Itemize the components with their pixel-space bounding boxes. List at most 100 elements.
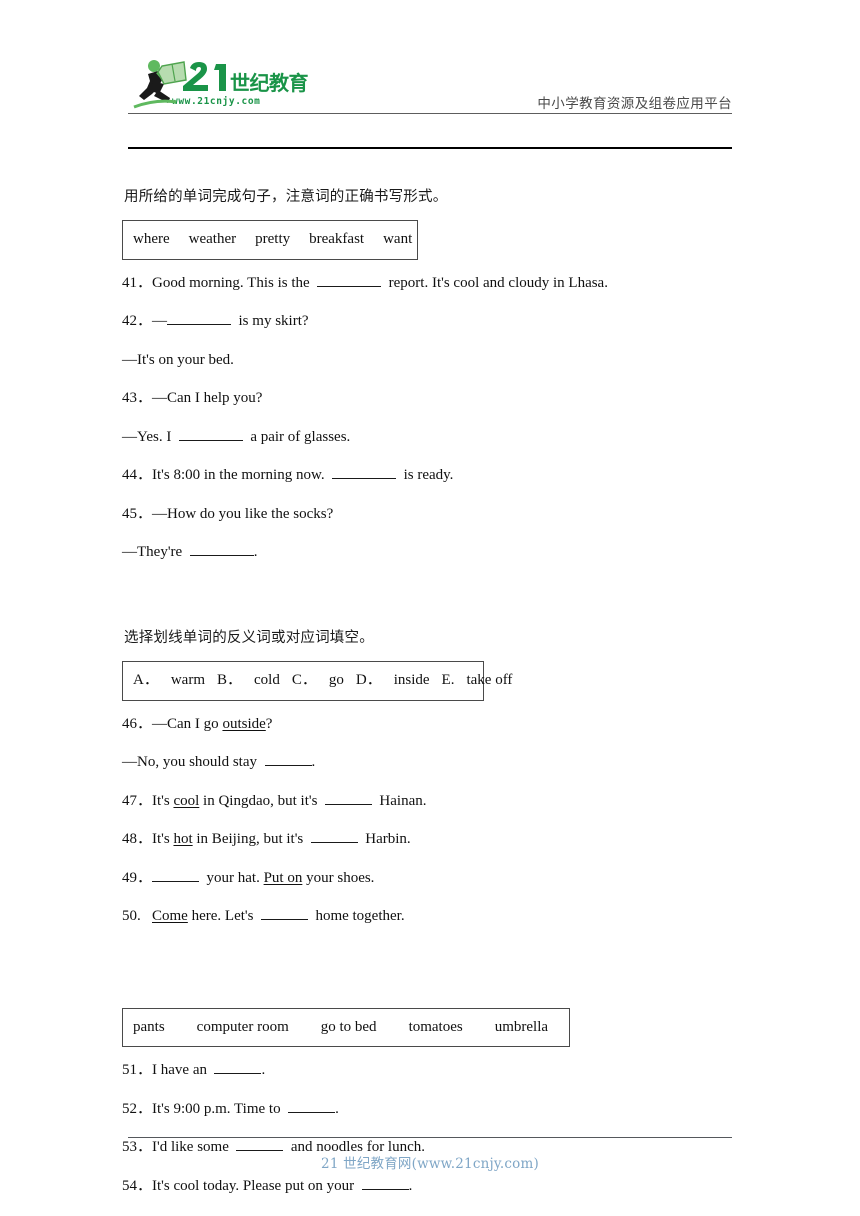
question-text: —Can I go [152,715,219,732]
answer-text: —It's on your bed. [122,351,234,368]
question-text: ? [265,715,273,732]
question-42-answer: —It's on your bed. [122,351,742,371]
question-48: 48．It's hot in Beijing, but it's Harbin. [122,830,742,850]
option-letter: A． [133,671,159,688]
question-number: 50. [122,908,141,924]
section1-prompt: 用所给的单词完成句子，注意词的正确书写形式。 [124,189,448,205]
question-text: your shoes. [306,869,375,886]
question-54: 54．It's cool today. Please put on your . [122,1177,742,1197]
option-letter: E. [441,671,455,688]
question-number: 52． [122,1100,153,1117]
svg-text:世纪教育: 世纪教育 [230,71,308,95]
question-49: 49． your hat. Put on your shoes. [122,869,742,889]
question-text: report. It's cool and cloudy in Lhasa. [388,274,608,291]
question-46-answer: —No, you should stay . [122,753,742,773]
question-text: It's [152,831,170,847]
logo-21 [183,62,226,91]
question-number: 46． [122,715,153,732]
underlined-word: hot [173,831,193,847]
question-text: in Beijing, but it's [196,831,304,847]
question-text: home together. [315,908,405,924]
brand-logo: 世纪教育 www.21cnjy.com [128,54,308,112]
question-number: 45． [122,505,153,522]
question-43-answer: —Yes. I a pair of glasses. [122,428,742,448]
option-word: warm [170,671,205,688]
word-bank-item: pants [133,1018,165,1035]
question-text: . [335,1100,339,1117]
question-text: It's cool today. Please put on your [152,1177,355,1194]
option-word: cold [254,671,280,688]
underlined-word: Put on [263,869,303,886]
word-bank-item: computer room [196,1018,289,1035]
question-text: — [152,313,168,330]
question-47: 47．It's cool in Qingdao, but it's Hainan… [122,792,742,812]
question-number: 43． [122,390,153,407]
answer-text: . [311,754,316,770]
section2-option-bank: A． warm B． cold C． go D． inside E. take off [122,660,512,701]
question-text: in Qingdao, but it's [203,792,318,809]
word-bank-item: pretty [255,231,291,247]
question-text: Harbin. [365,831,411,847]
question-51: 51．I have an . [122,1061,742,1081]
worksheet-content: 用所给的单词完成句子，注意词的正确书写形式。 where weather prett… [122,185,742,1215]
answer-blank[interactable] [332,478,397,480]
section1-word-bank: where weather pretty breakfast want [122,220,418,260]
question-number: 41． [122,274,153,291]
question-52: 52．It's 9:00 p.m. Time to . [122,1100,742,1120]
answer-blank[interactable] [214,1073,262,1075]
question-46: 46．—Can I go outside? [122,715,742,735]
answer-blank[interactable] [317,285,382,287]
header-rule-thin [128,113,732,114]
question-50: 50. Come here. Let's home together. [122,907,742,927]
worksheet-page: 世纪教育 www.21cnjy.com 中小学教育资源及组卷应用平台 用所给的单… [0,0,860,1216]
answer-blank[interactable] [288,1111,336,1113]
question-text: It's 8:00 in the morning now. [152,467,325,484]
answer-blank[interactable] [264,765,312,766]
answer-blank[interactable] [152,880,200,882]
underlined-word: Come [152,908,188,924]
question-number: 47． [122,792,153,809]
question-text: Hainan. [379,792,427,809]
answer-blank[interactable] [361,1188,409,1190]
question-text: It's 9:00 p.m. Time to [152,1100,281,1117]
option-letter: B． [217,671,243,688]
section2-prompt: 选择划线单词的反义词或对应词填空。 [124,629,374,646]
question-text: . [408,1177,413,1194]
question-text: I have an [152,1062,207,1079]
question-number: 48． [122,831,153,847]
question-text: —How do you like the socks? [152,505,334,522]
answer-text: —Yes. I [122,428,172,445]
question-45-answer: —They're . [122,543,742,563]
question-45: 45．—How do you like the socks? [122,505,742,525]
question-text: here. Let's [191,908,254,924]
underlined-word: outside [222,715,266,732]
answer-text: —They're [122,544,183,561]
footer-text: 21 世纪教育网(www.21cnjy.com) [321,1156,539,1172]
answer-blank[interactable] [310,842,358,843]
word-bank-item: go to bed [320,1018,377,1035]
answer-blank[interactable] [167,324,232,326]
question-number: 49． [122,869,153,886]
question-text: is my skirt? [238,313,309,330]
option-word: inside [393,671,430,688]
question-41: 41．Good morning. This is the report. It'… [122,274,742,294]
question-text: Good morning. This is the [152,274,310,291]
word-bank-item: where [133,231,170,247]
question-text: your hat. [206,869,260,886]
section3-word-bank: pants computer room go to bed tomatoes umbre… [122,1007,570,1048]
answer-blank[interactable] [178,439,243,441]
answer-text: . [253,544,258,561]
answer-text: a pair of glasses. [250,428,351,445]
answer-blank[interactable] [260,919,308,920]
question-number: 54． [122,1177,153,1194]
question-text: . [261,1062,266,1079]
question-43: 43．—Can I help you? [122,389,742,409]
answer-blank[interactable] [324,803,372,805]
option-word: go [328,671,344,688]
word-bank-item: weather [188,231,237,247]
option-word: take off [466,671,513,688]
answer-blank[interactable] [189,555,254,557]
header-rule-thick [128,147,732,149]
